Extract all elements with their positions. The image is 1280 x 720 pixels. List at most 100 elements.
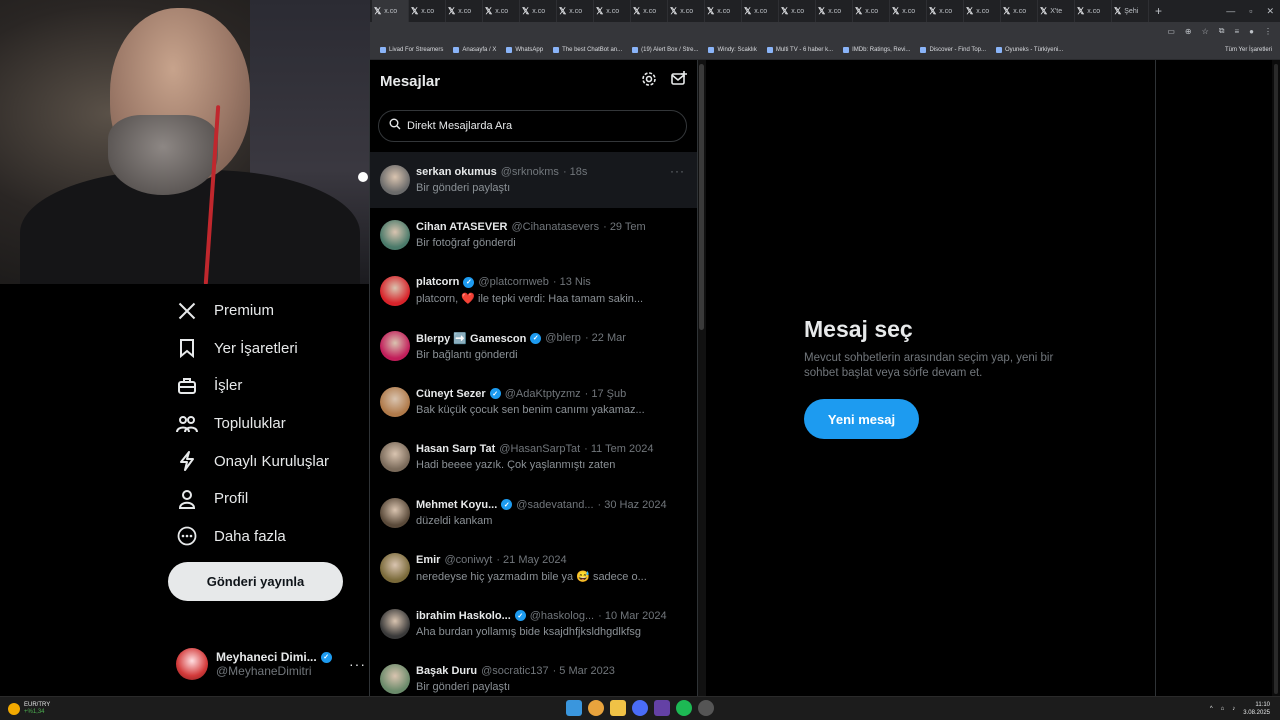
- menu-icon[interactable]: ⋮: [1264, 27, 1272, 36]
- all-bookmarks-folder[interactable]: Tüm Yer İşaretleri: [1225, 47, 1272, 53]
- bookmark-item[interactable]: Multi TV - 6 haber k...: [766, 46, 833, 53]
- avatar[interactable]: [380, 331, 410, 362]
- avatar[interactable]: [380, 553, 410, 584]
- zoom-icon[interactable]: ⊕: [1185, 27, 1192, 36]
- start-icon[interactable]: [566, 700, 582, 716]
- conversation-item[interactable]: Hasan Sarp Tat @HasanSarpTat · 11 Tem 2024…: [370, 430, 697, 486]
- chrome-icon[interactable]: [588, 700, 604, 716]
- cast-icon[interactable]: ▭: [1167, 27, 1175, 36]
- bookmark-item[interactable]: Windy: Scaklık: [708, 46, 757, 53]
- browser-tab[interactable]: 𝕏x.co: [483, 0, 520, 22]
- avatar[interactable]: [380, 164, 410, 195]
- browser-tab[interactable]: 𝕏x.co: [668, 0, 705, 22]
- conversation-item[interactable]: Cüneyt Sezer ✓ @AdaKtptyzmz · 17 Şub Bak küç…: [370, 374, 697, 430]
- conversation-item[interactable]: serkan okumus @srknokms · 18s Bir gönderi p…: [370, 152, 697, 208]
- extensions-icon[interactable]: ⧉: [1219, 26, 1225, 36]
- bookmark-item[interactable]: Livad For Streamers: [380, 46, 443, 53]
- browser-tab[interactable]: 𝕏x.co: [1001, 0, 1038, 22]
- conversation-item[interactable]: Cihan ATASEVER @Cihanatasevers · 29 Tem Bir…: [370, 208, 697, 264]
- browser-tab[interactable]: 𝕏x.co: [964, 0, 1001, 22]
- more-dots-icon[interactable]: ···: [670, 164, 685, 178]
- conversation-date: · 10 Mar 2024: [598, 609, 667, 622]
- browser-tab[interactable]: 𝕏x.co: [1075, 0, 1112, 22]
- account-switcher[interactable]: Meyhaneci Dimi... ✓ @MeyhaneDimitri ···: [176, 644, 366, 684]
- spotify-icon[interactable]: [676, 700, 692, 716]
- browser-tab[interactable]: 𝕏x.co: [816, 0, 853, 22]
- more-dots-icon[interactable]: ···: [349, 656, 366, 672]
- browser-tab[interactable]: 𝕏x.co: [594, 0, 631, 22]
- search-input[interactable]: [407, 120, 677, 132]
- nav-bookmarks[interactable]: Yer İşaretleri: [168, 330, 368, 368]
- bookmark-item[interactable]: (19) Alert Box / Stre...: [632, 46, 698, 53]
- bookmark-item[interactable]: Oyuneks - Türkiyeni...: [996, 46, 1063, 53]
- network-icon[interactable]: ⌂: [1221, 706, 1225, 712]
- scrollbar-thumb[interactable]: [1274, 64, 1278, 694]
- browser-tab[interactable]: 𝕏x.co: [557, 0, 594, 22]
- browser-tab[interactable]: 𝕏x.co: [520, 0, 557, 22]
- browser-tab[interactable]: 𝕏x.co: [446, 0, 483, 22]
- browser-tab[interactable]: 𝕏 X'te: [1038, 0, 1075, 22]
- bookmark-item[interactable]: IMDb: Ratings, Revi...: [843, 46, 910, 53]
- folder-icon[interactable]: [610, 700, 626, 716]
- maximize-button[interactable]: ▫: [1249, 6, 1252, 16]
- dm-search[interactable]: [378, 110, 687, 142]
- nav-profile[interactable]: Profil: [168, 480, 368, 518]
- volume-icon[interactable]: ♪: [1232, 706, 1235, 712]
- clock[interactable]: 11:10 3.08.2025: [1243, 701, 1270, 717]
- post-button[interactable]: Gönderi yayınla: [168, 562, 343, 601]
- new-tab-button[interactable]: +: [1155, 4, 1162, 18]
- avatar[interactable]: [380, 275, 410, 306]
- browser-tab[interactable]: 𝕏x.co: [927, 0, 964, 22]
- new-message-icon[interactable]: [671, 70, 687, 92]
- tab-label: x.co: [902, 7, 916, 15]
- avatar[interactable]: [380, 386, 410, 417]
- browser-tab[interactable]: 𝕏x.co: [779, 0, 816, 22]
- page-scrollbar[interactable]: [1272, 60, 1280, 696]
- conversation-item[interactable]: platcorn ✓ @platcornweb · 13 Nis platcorn, ❤…: [370, 263, 697, 319]
- conversation-name: Mehmet Koyu...: [416, 498, 498, 511]
- conversation-item[interactable]: Başak Duru @socratic137 · 5 Mar 2023 Bir gö…: [370, 652, 697, 697]
- browser-tab[interactable]: 𝕏x.co: [742, 0, 779, 22]
- browser-tab[interactable]: 𝕏x.co: [705, 0, 742, 22]
- avatar[interactable]: [380, 664, 410, 695]
- avatar[interactable]: [380, 220, 410, 251]
- browser-tab[interactable]: 𝕏x.co: [890, 0, 927, 22]
- browser-tab[interactable]: 𝕏x.co: [631, 0, 668, 22]
- avatar[interactable]: [380, 608, 410, 639]
- stream-app-icon[interactable]: [654, 700, 670, 716]
- nav-premium[interactable]: Premium: [168, 292, 368, 330]
- browser-tab[interactable]: 𝕏 Şehi: [1112, 0, 1149, 22]
- bookmark-item[interactable]: Discover - Find Top...: [920, 46, 986, 53]
- browser-tab[interactable]: 𝕏x.co: [372, 0, 409, 22]
- profile-icon[interactable]: ●: [1249, 27, 1254, 36]
- settings-gear-icon[interactable]: [641, 71, 657, 92]
- obs-icon[interactable]: [698, 700, 714, 716]
- nav-jobs[interactable]: İşler: [168, 367, 368, 405]
- avatar[interactable]: [380, 442, 410, 473]
- browser-tab[interactable]: 𝕏x.co: [853, 0, 890, 22]
- nav-communities[interactable]: Topluluklar: [168, 405, 368, 443]
- ticker-widget[interactable]: EUR/TRY +%1,34: [0, 702, 50, 716]
- tray-chevron-icon[interactable]: ^: [1210, 706, 1213, 712]
- conversation-item[interactable]: ibrahim Haskolo... ✓ @haskolog... · 10 Mar …: [370, 596, 697, 652]
- minimize-button[interactable]: —: [1226, 6, 1235, 16]
- conversation-item[interactable]: Mehmet Koyu... ✓ @sadevatand... · 30 Haz 20…: [370, 485, 697, 541]
- messages-scrollbar[interactable]: [698, 60, 706, 696]
- nav-more[interactable]: Daha fazla: [168, 518, 368, 556]
- star-icon[interactable]: ☆: [1202, 27, 1209, 36]
- conversation-item[interactable]: Emir @coniwyt · 21 May 2024 neredeyse hiç y…: [370, 541, 697, 597]
- scrollbar-thumb[interactable]: [699, 64, 704, 330]
- avatar[interactable]: [380, 497, 410, 528]
- tab-label: x.co: [606, 7, 620, 15]
- browser-tab[interactable]: 𝕏x.co: [409, 0, 446, 22]
- nav-verified-orgs[interactable]: Onaylı Kuruluşlar: [168, 442, 368, 480]
- app-icon[interactable]: [632, 700, 648, 716]
- tab-search-icon[interactable]: ≡: [1234, 27, 1239, 36]
- bookmark-item[interactable]: The best ChatBot an...: [553, 46, 622, 53]
- conversation-item[interactable]: Blerpy ➡️ Gamescon ✓ @blerp · 22 Mar Bir bağ…: [370, 319, 697, 375]
- bookmark-item[interactable]: WhatsApp: [506, 46, 543, 53]
- conversation-preview: Bak küçük çocuk sen benim canımı yakamaz…: [416, 403, 645, 416]
- bookmark-item[interactable]: Anasayfa / X: [453, 46, 496, 53]
- new-message-button[interactable]: Yeni mesaj: [804, 399, 919, 439]
- close-window-button[interactable]: ✕: [1266, 6, 1274, 17]
